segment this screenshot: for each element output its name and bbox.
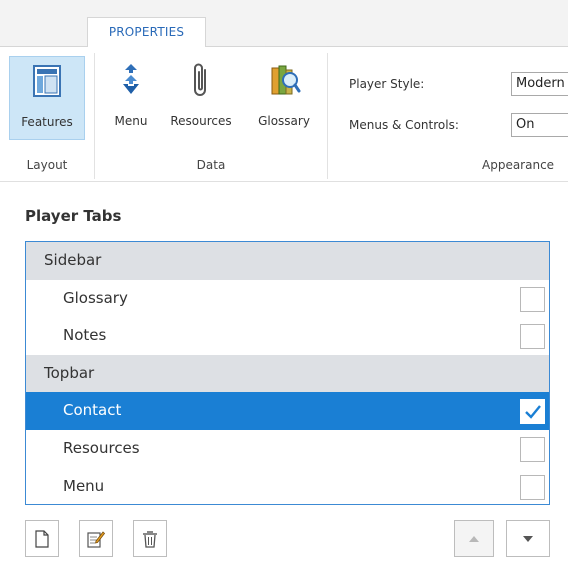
move-up-button[interactable] [454, 520, 494, 557]
new-button[interactable] [25, 520, 59, 557]
move-down-button[interactable] [506, 520, 550, 557]
group-row-label: Sidebar [44, 251, 102, 269]
list-item-label: Glossary [63, 288, 128, 307]
group-label-appearance: Appearance [482, 158, 555, 172]
group-row-topbar: Topbar [26, 354, 549, 393]
resources-button[interactable]: Resources [160, 56, 242, 140]
list-item-label: Notes [63, 326, 107, 345]
player-style-select[interactable]: Modern [511, 72, 568, 96]
section-title: Player Tabs [25, 207, 122, 225]
move-up-icon [469, 535, 479, 542]
books-magnifier-icon [271, 65, 301, 95]
features-label: Features [21, 115, 73, 129]
list-item-menu[interactable]: Menu [26, 468, 549, 504]
checkbox-contact[interactable] [520, 399, 545, 425]
glossary-button[interactable]: Glossary [248, 56, 320, 140]
player-tabs-list: Sidebar Glossary Notes Topbar Contact Re… [25, 241, 550, 505]
list-item-glossary[interactable]: Glossary [26, 280, 549, 318]
checkbox-notes[interactable] [520, 324, 545, 350]
group-label-layout: Layout [26, 158, 68, 172]
edit-button[interactable] [79, 520, 113, 557]
new-page-icon [35, 529, 49, 548]
checkbox-resources[interactable] [520, 437, 545, 462]
features-button[interactable]: Features [9, 56, 85, 140]
ribbon-panel: Features Layout Menu Resources Glossary … [0, 47, 568, 182]
trash-icon [143, 530, 157, 548]
glossary-label: Glossary [258, 114, 310, 128]
group-divider [327, 53, 328, 179]
menus-controls-label: Menus & Controls: [349, 118, 459, 132]
group-row-sidebar: Sidebar [26, 242, 549, 280]
player-style-label: Player Style: [349, 77, 425, 91]
list-item-resources[interactable]: Resources [26, 430, 549, 468]
tab-properties[interactable]: PROPERTIES [87, 17, 206, 48]
resources-label: Resources [170, 114, 232, 128]
delete-button[interactable] [133, 520, 167, 557]
menu-arrow-icon [123, 64, 139, 94]
list-item-label: Menu [63, 476, 105, 495]
list-item-notes[interactable]: Notes [26, 317, 549, 355]
list-item-label: Resources [63, 439, 140, 457]
group-row-label: Topbar [44, 363, 95, 382]
menus-controls-select[interactable]: On [511, 113, 568, 137]
edit-pencil-icon [87, 530, 105, 548]
list-item-label: Contact [63, 401, 122, 420]
checkmark-icon [525, 405, 541, 420]
checkbox-menu[interactable] [520, 474, 545, 500]
checkbox-glossary[interactable] [520, 286, 545, 312]
list-item-contact[interactable]: Contact [26, 392, 549, 430]
layout-features-icon [33, 65, 61, 97]
ribbon-tab-strip: PROPERTIES [0, 0, 568, 48]
move-down-icon [523, 535, 533, 542]
menu-label: Menu [114, 114, 148, 128]
paperclip-icon [194, 63, 206, 96]
group-label-data: Data [196, 158, 226, 172]
menu-button[interactable]: Menu [104, 56, 158, 140]
